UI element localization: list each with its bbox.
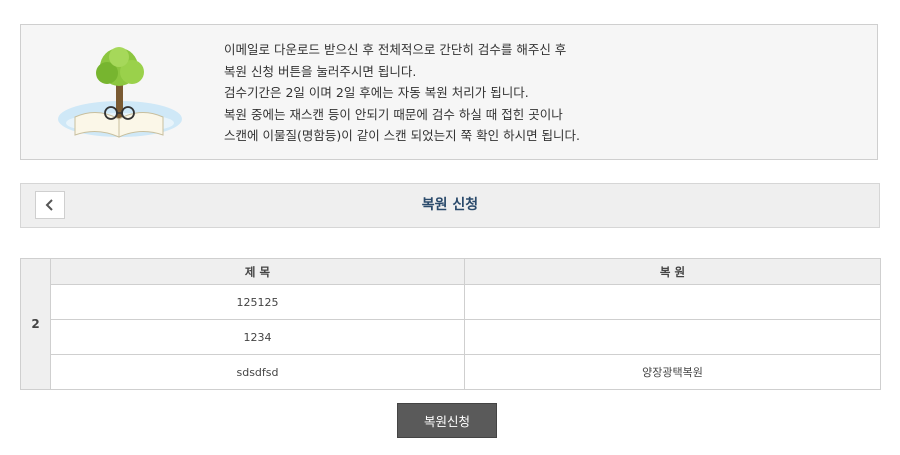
page-title: 복원 신청	[421, 197, 479, 213]
row-restore: 양장광택복원	[464, 354, 881, 390]
table-row: sdsdfsd 양장광택복원	[21, 354, 881, 390]
table-row: 125125	[21, 284, 881, 320]
table-header-row: 2 제 목 복 원	[20, 258, 881, 390]
notice-line: 이메일로 다운로드 받으신 후 전체적으로 간단히 검수를 해주신 후	[224, 42, 567, 57]
row-title: 125125	[50, 284, 465, 320]
restore-table: 2 제 목 복 원 125125 1234 sdsdfsd 양장광택복원	[20, 258, 881, 390]
row-title: 1234	[50, 319, 465, 355]
apply-restore-button[interactable]: 복원신청	[397, 403, 497, 438]
row-restore	[464, 284, 881, 320]
table-row: 1234	[21, 319, 881, 355]
notice-line: 스캔에 이물질(명함등)이 같이 스캔 되었는지 쭉 확인 하시면 됩니다.	[224, 128, 581, 143]
title-bar: 복원 신청	[20, 183, 880, 228]
column-header-title: 제 목	[50, 258, 465, 285]
book-tree-illustration	[58, 47, 182, 138]
notice-line: 복원 신청 버튼을 눌러주시면 됩니다.	[224, 63, 417, 79]
chevron-left-icon	[45, 199, 53, 211]
row-title: sdsdfsd	[50, 354, 465, 390]
notice-text: 이메일로 다운로드 받으신 후 전체적으로 간단히 검수를 해주신 후 복원 신…	[224, 39, 580, 147]
notice-line: 검수기간은 2일 이며 2일 후에는 자동 복원 처리가 됩니다.	[224, 85, 529, 100]
back-button[interactable]	[35, 191, 65, 219]
notice-box: 이메일로 다운로드 받으신 후 전체적으로 간단히 검수를 해주신 후 복원 신…	[20, 24, 878, 160]
row-restore	[464, 319, 881, 355]
column-header-restore: 복 원	[464, 258, 881, 285]
notice-line: 복원 중에는 재스캔 등이 안되기 때문에 검수 하실 때 접힌 곳이나	[224, 106, 563, 122]
group-number: 2	[20, 258, 51, 390]
